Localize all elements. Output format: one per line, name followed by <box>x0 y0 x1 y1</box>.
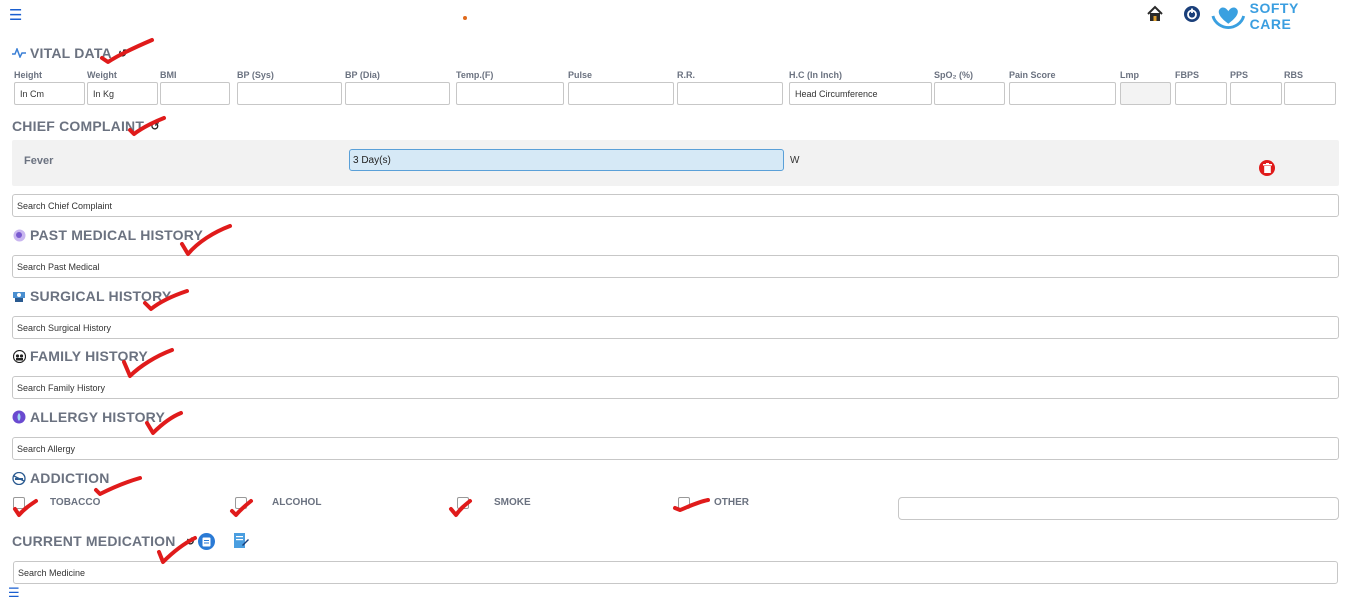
vital-label: RBS <box>1284 70 1304 80</box>
past-medical-search[interactable] <box>12 255 1339 278</box>
vital-label: BP (Dia) <box>345 70 380 80</box>
vital-input[interactable] <box>345 82 450 105</box>
vital-input[interactable] <box>14 82 85 105</box>
other-label: OTHER <box>714 497 749 508</box>
vital-label: R.R. <box>677 70 695 80</box>
tobacco-checkbox[interactable] <box>13 497 25 509</box>
duration-unit: W <box>790 155 800 166</box>
vital-label: Weight <box>87 70 117 80</box>
allergy-history-title: ALLERGY HISTORY <box>12 409 165 425</box>
vital-input[interactable] <box>1284 82 1336 105</box>
history-icon[interactable]: ↺ <box>148 119 162 133</box>
chief-complaint-title: CHIEF COMPLAINT ↺ <box>12 118 162 134</box>
vital-input[interactable] <box>1175 82 1227 105</box>
smoke-label: SMOKE <box>494 497 531 508</box>
medicine-search[interactable] <box>13 561 1338 584</box>
vital-input[interactable] <box>789 82 932 105</box>
vital-label: Lmp <box>1120 70 1139 80</box>
other-checkbox[interactable] <box>678 497 690 509</box>
vital-label: PPS <box>1230 70 1249 80</box>
brand-logo: SOFTY CARE <box>1211 0 1341 32</box>
vital-data-title: VITAL DATA ↺ <box>12 45 130 61</box>
vital-label: H.C (In Inch) <box>789 70 842 80</box>
chief-complaint-search[interactable] <box>12 194 1339 217</box>
bottom-menu-icon[interactable]: ☰ <box>8 586 20 599</box>
surgical-history-title: SURGICAL HISTORY <box>12 288 171 304</box>
heart-hands-icon <box>1211 7 1246 29</box>
home-icon[interactable] <box>1146 5 1164 23</box>
vital-label: SpO₂ (%) <box>934 70 973 80</box>
allergy-icon <box>12 410 26 424</box>
prescription-icon[interactable] <box>198 533 215 550</box>
power-icon[interactable] <box>1183 5 1201 23</box>
delete-icon[interactable] <box>1259 160 1275 176</box>
alcohol-checkbox[interactable] <box>235 497 247 509</box>
vital-label: Height <box>14 70 42 80</box>
vital-input[interactable] <box>456 82 564 105</box>
smoke-checkbox[interactable] <box>457 497 469 509</box>
family-history-search[interactable] <box>12 376 1339 399</box>
brand-name: SOFTY CARE <box>1249 0 1299 32</box>
tobacco-label: TOBACCO <box>50 497 101 508</box>
other-addiction-input[interactable] <box>898 497 1339 520</box>
family-history-title: FAMILY HISTORY <box>12 348 148 364</box>
past-medical-title: PAST MEDICAL HISTORY <box>12 227 203 243</box>
pulse-icon <box>12 46 26 60</box>
status-dot <box>463 16 467 20</box>
alcohol-label: ALCOHOL <box>272 497 322 508</box>
medical-history-icon <box>12 228 26 242</box>
vital-label: Temp.(F) <box>456 70 494 80</box>
allergy-search[interactable] <box>12 437 1339 460</box>
vital-input[interactable] <box>1120 82 1171 105</box>
vital-input[interactable] <box>1009 82 1116 105</box>
complaint-row: Fever W <box>12 140 1339 186</box>
vital-input[interactable] <box>160 82 230 105</box>
vital-label: BP (Sys) <box>237 70 274 80</box>
vital-input[interactable] <box>1230 82 1282 105</box>
addiction-icon <box>12 471 26 485</box>
history-icon[interactable]: ↺ <box>116 46 130 60</box>
vital-label: BMI <box>160 70 177 80</box>
vital-input[interactable] <box>934 82 1005 105</box>
surgical-history-search[interactable] <box>12 316 1339 339</box>
vital-input[interactable] <box>237 82 342 105</box>
vital-label: Pulse <box>568 70 593 80</box>
surgery-icon <box>12 289 26 303</box>
duration-input[interactable] <box>349 149 784 171</box>
addiction-title: ADDICTION <box>12 470 110 486</box>
current-medication-title: CURRENT MEDICATION ↺ <box>12 533 198 549</box>
complaint-name: Fever <box>24 155 54 167</box>
vital-input[interactable] <box>677 82 783 105</box>
history-icon[interactable]: ↺ <box>184 534 198 548</box>
menu-icon[interactable]: ☰ <box>9 8 22 23</box>
vital-label: FBPS <box>1175 70 1200 80</box>
vital-input[interactable] <box>568 82 674 105</box>
vital-label: Pain Score <box>1009 70 1056 80</box>
vital-input[interactable] <box>87 82 158 105</box>
edit-document-icon[interactable] <box>233 532 249 550</box>
family-icon <box>12 349 26 363</box>
